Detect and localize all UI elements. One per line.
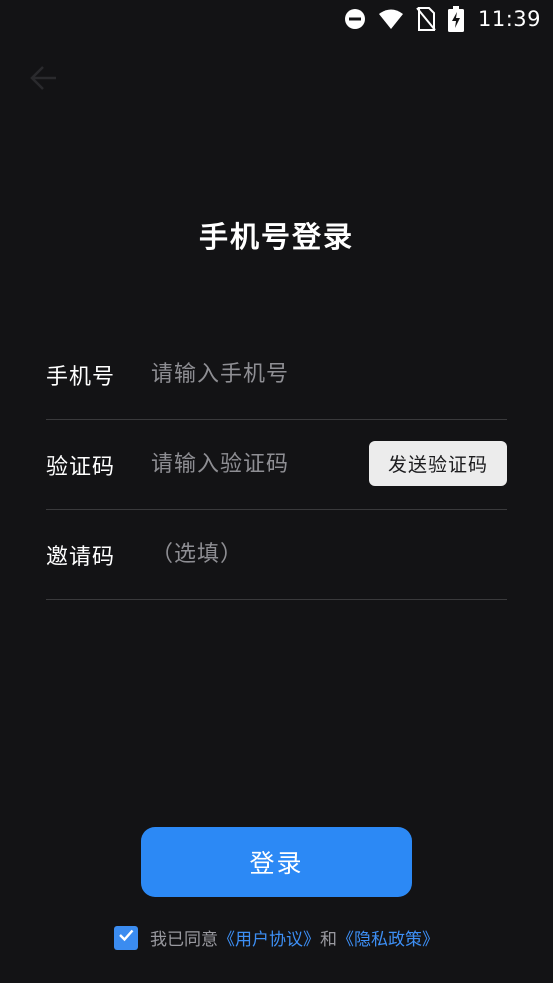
- battery-charging-icon: [447, 6, 464, 32]
- invite-row: 邀请码: [46, 510, 507, 600]
- status-bar: 11:39: [0, 0, 553, 38]
- agreement-prefix: 我已同意: [150, 930, 218, 950]
- status-icons: 11:39: [344, 5, 541, 33]
- login-button[interactable]: 登录: [141, 827, 412, 897]
- invite-input[interactable]: [151, 534, 507, 575]
- no-sim-icon: [416, 7, 436, 31]
- arrow-left-icon: [30, 64, 58, 96]
- code-label: 验证码: [46, 454, 116, 480]
- code-row: 验证码 发送验证码: [46, 420, 507, 510]
- status-time: 11:39: [477, 7, 541, 31]
- send-code-button[interactable]: 发送验证码: [369, 441, 507, 486]
- privacy-policy-link[interactable]: 《隐私政策》: [337, 925, 439, 950]
- agreement-checkbox[interactable]: [114, 925, 138, 950]
- user-agreement-link[interactable]: 《用户协议》: [218, 925, 320, 950]
- do-not-disturb-icon: [344, 8, 366, 30]
- agreement-and: 和: [320, 930, 337, 950]
- agreement-row: 我已同意 《用户协议》 和 《隐私政策》: [0, 925, 553, 950]
- page-title: 手机号登录: [198, 220, 354, 254]
- invite-label: 邀请码: [46, 544, 116, 570]
- login-form: 手机号 验证码 发送验证码 邀请码: [46, 330, 507, 600]
- phone-row: 手机号: [46, 330, 507, 420]
- phone-input[interactable]: [151, 354, 507, 395]
- wifi-icon: [378, 8, 404, 30]
- checkmark-icon: [117, 926, 135, 949]
- phone-label: 手机号: [46, 364, 116, 390]
- back-button[interactable]: [26, 62, 62, 98]
